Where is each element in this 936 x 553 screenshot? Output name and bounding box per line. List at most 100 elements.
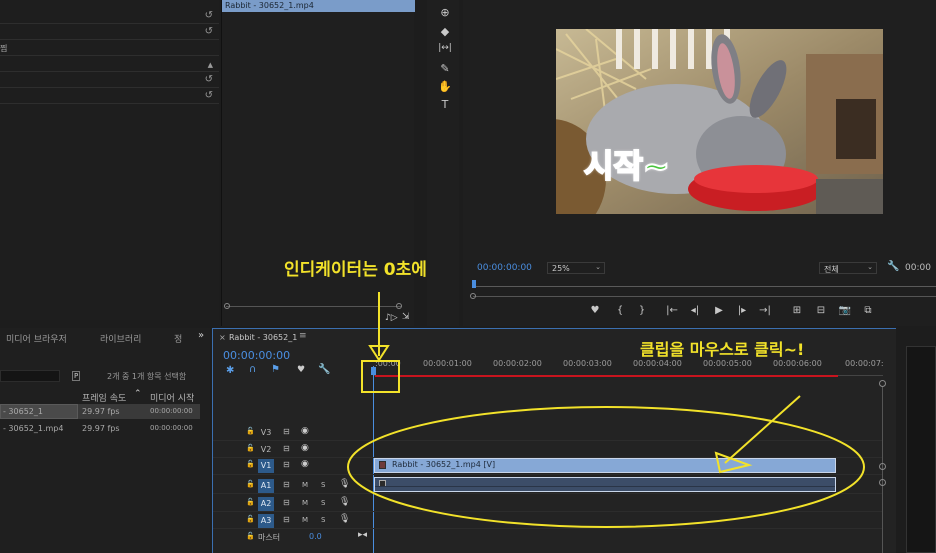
timeline-wrench-icon[interactable]: 🔧 — [318, 364, 330, 375]
panel-menu-icon[interactable]: » — [198, 330, 204, 341]
master-volume[interactable]: 0.0 — [309, 532, 322, 541]
sort-up-icon[interactable]: ⌃ — [134, 389, 142, 399]
menu-icon[interactable]: ≡ — [299, 331, 307, 341]
mute-button[interactable]: M — [302, 499, 308, 507]
playhead-marker-icon[interactable] — [472, 280, 476, 288]
lock-icon[interactable]: 🔓 — [246, 480, 255, 488]
list-item[interactable]: - 30652_1.mp4 29.97 fps 00:00:00:00 — [0, 421, 200, 436]
quality-select[interactable]: 전체 ⌄ — [819, 262, 877, 274]
lock-icon[interactable]: 🔓 — [246, 444, 255, 452]
new-bin-icon[interactable]: P — [72, 371, 81, 381]
lift-icon[interactable]: ⊞ — [790, 305, 804, 316]
mic-icon[interactable]: 🎙 — [339, 479, 350, 489]
column-frame-rate[interactable]: 프레임 속도 — [82, 391, 126, 404]
mute-button[interactable]: M — [302, 481, 308, 489]
scroll-handle-icon[interactable] — [879, 463, 886, 470]
sync-lock-icon[interactable]: ⊟ — [283, 460, 290, 469]
tab-media-browser[interactable]: 미디어 브라우저 — [6, 332, 67, 345]
eye-icon[interactable]: ◉ — [301, 443, 309, 453]
track-label[interactable]: V2 — [258, 443, 274, 457]
go-to-end-icon[interactable]: ▸◂ — [358, 530, 367, 540]
scroll-handle-icon[interactable] — [879, 380, 886, 387]
scroll-handle-icon[interactable] — [396, 303, 402, 309]
tab-info[interactable]: 정 — [174, 332, 182, 345]
pen-icon[interactable]: ✎ — [438, 62, 452, 75]
collapse-icon[interactable]: ▲ — [208, 61, 213, 69]
sync-lock-icon[interactable]: ⊟ — [283, 515, 290, 524]
hand-icon[interactable]: ✋ — [438, 80, 452, 93]
work-area-bar[interactable] — [375, 375, 838, 377]
lock-icon[interactable]: 🔓 — [246, 427, 255, 435]
sync-lock-icon[interactable]: ⊟ — [283, 498, 290, 507]
vertical-scroll-track[interactable] — [882, 387, 883, 553]
step-back-icon[interactable]: ◂| — [688, 305, 702, 316]
sequence-tab[interactable]: Rabbit - 30652_1 — [229, 333, 297, 342]
video-clip[interactable]: Rabbit - 30652_1.mp4 [V] — [374, 458, 836, 473]
reset-icon[interactable]: ↺ — [205, 10, 213, 21]
mute-button[interactable]: M — [302, 516, 308, 524]
lock-icon[interactable]: 🔓 — [246, 498, 255, 506]
wrench-icon[interactable]: ♪▷ — [385, 313, 398, 323]
sync-lock-icon[interactable]: ⊟ — [283, 444, 290, 453]
close-icon[interactable]: × — [219, 333, 226, 342]
playhead-marker-icon[interactable] — [371, 367, 376, 375]
track-label[interactable]: A3 — [258, 514, 274, 528]
scroll-handle-icon[interactable] — [224, 303, 230, 309]
snap-icon[interactable]: ✱ — [226, 365, 234, 376]
marker-icon[interactable]: ♥ — [588, 305, 602, 316]
zoom-select[interactable]: 25% ⌄ — [547, 262, 605, 274]
mic-icon[interactable]: 🎙 — [339, 497, 350, 507]
eye-icon[interactable]: ◉ — [301, 459, 309, 469]
track-label[interactable]: A1 — [258, 479, 274, 493]
linked-selection-icon[interactable]: ∩ — [249, 364, 256, 375]
scroll-handle-icon[interactable] — [470, 293, 476, 299]
mark-in-icon[interactable]: { — [613, 305, 627, 316]
extract-icon[interactable]: ⊟ — [814, 305, 828, 316]
razor-icon[interactable]: ◆ — [438, 25, 452, 38]
lock-icon[interactable]: 🔓 — [246, 515, 255, 523]
scroll-handle-icon[interactable] — [879, 479, 886, 486]
add-marker-icon[interactable]: ⚑ — [271, 364, 280, 375]
scroll-bar[interactable] — [473, 296, 936, 297]
source-clip-bar[interactable]: Rabbit - 30652_1.mp4 — [222, 0, 415, 12]
list-item[interactable]: - 30652_1 29.97 fps 00:00:00:00 — [0, 404, 200, 419]
slip-icon[interactable]: |↔| — [435, 43, 455, 53]
track-label[interactable]: A2 — [258, 497, 274, 511]
tab-libraries[interactable]: 라이브러리 — [100, 332, 141, 345]
audio-clip[interactable] — [374, 477, 836, 492]
source-scroll-track[interactable] — [226, 306, 401, 307]
go-to-out-icon[interactable]: →| — [758, 305, 772, 316]
solo-button[interactable]: S — [321, 499, 325, 507]
reset-icon[interactable]: ↺ — [205, 90, 213, 101]
export-icon[interactable]: ⇲ — [402, 312, 410, 322]
solo-button[interactable]: S — [321, 481, 325, 489]
reset-icon[interactable]: ↺ — [205, 74, 213, 85]
reset-icon[interactable]: ↺ — [205, 26, 213, 37]
source-clip-label: Rabbit - 30652_1.mp4 — [225, 1, 314, 10]
program-timecode[interactable]: 00:00:00:00 — [477, 263, 532, 273]
search-input[interactable] — [0, 370, 60, 382]
track-label[interactable]: V3 — [258, 426, 274, 440]
lock-icon[interactable]: 🔓 — [246, 460, 255, 468]
settings-wrench-icon[interactable]: 🔧 — [887, 261, 899, 272]
column-media-start[interactable]: 미디어 시작 — [150, 391, 194, 404]
ripple-edit-icon[interactable]: ⊕ — [438, 6, 452, 19]
lock-icon[interactable]: 🔓 — [246, 532, 255, 540]
eye-icon[interactable]: ◉ — [301, 426, 309, 436]
mic-icon[interactable]: 🎙 — [339, 514, 350, 524]
type-icon[interactable]: T — [438, 98, 452, 111]
play-icon[interactable]: ▶ — [712, 305, 726, 316]
fx-badge-icon — [379, 461, 386, 469]
timeline-timecode[interactable]: 00:00:00:00 — [223, 349, 290, 362]
solo-button[interactable]: S — [321, 516, 325, 524]
sync-lock-icon[interactable]: ⊟ — [283, 427, 290, 436]
step-forward-icon[interactable]: |▸ — [735, 305, 749, 316]
track-label[interactable]: V1 — [258, 459, 274, 473]
mark-out-icon[interactable]: } — [635, 305, 649, 316]
camera-icon[interactable]: 📷 — [838, 305, 852, 316]
go-to-in-icon[interactable]: |← — [665, 305, 679, 316]
sync-lock-icon[interactable]: ⊟ — [283, 480, 290, 489]
compare-icon[interactable]: ⧉ — [861, 305, 875, 316]
marker-icon[interactable]: ♥ — [297, 365, 305, 375]
program-scrubber[interactable] — [473, 286, 936, 287]
